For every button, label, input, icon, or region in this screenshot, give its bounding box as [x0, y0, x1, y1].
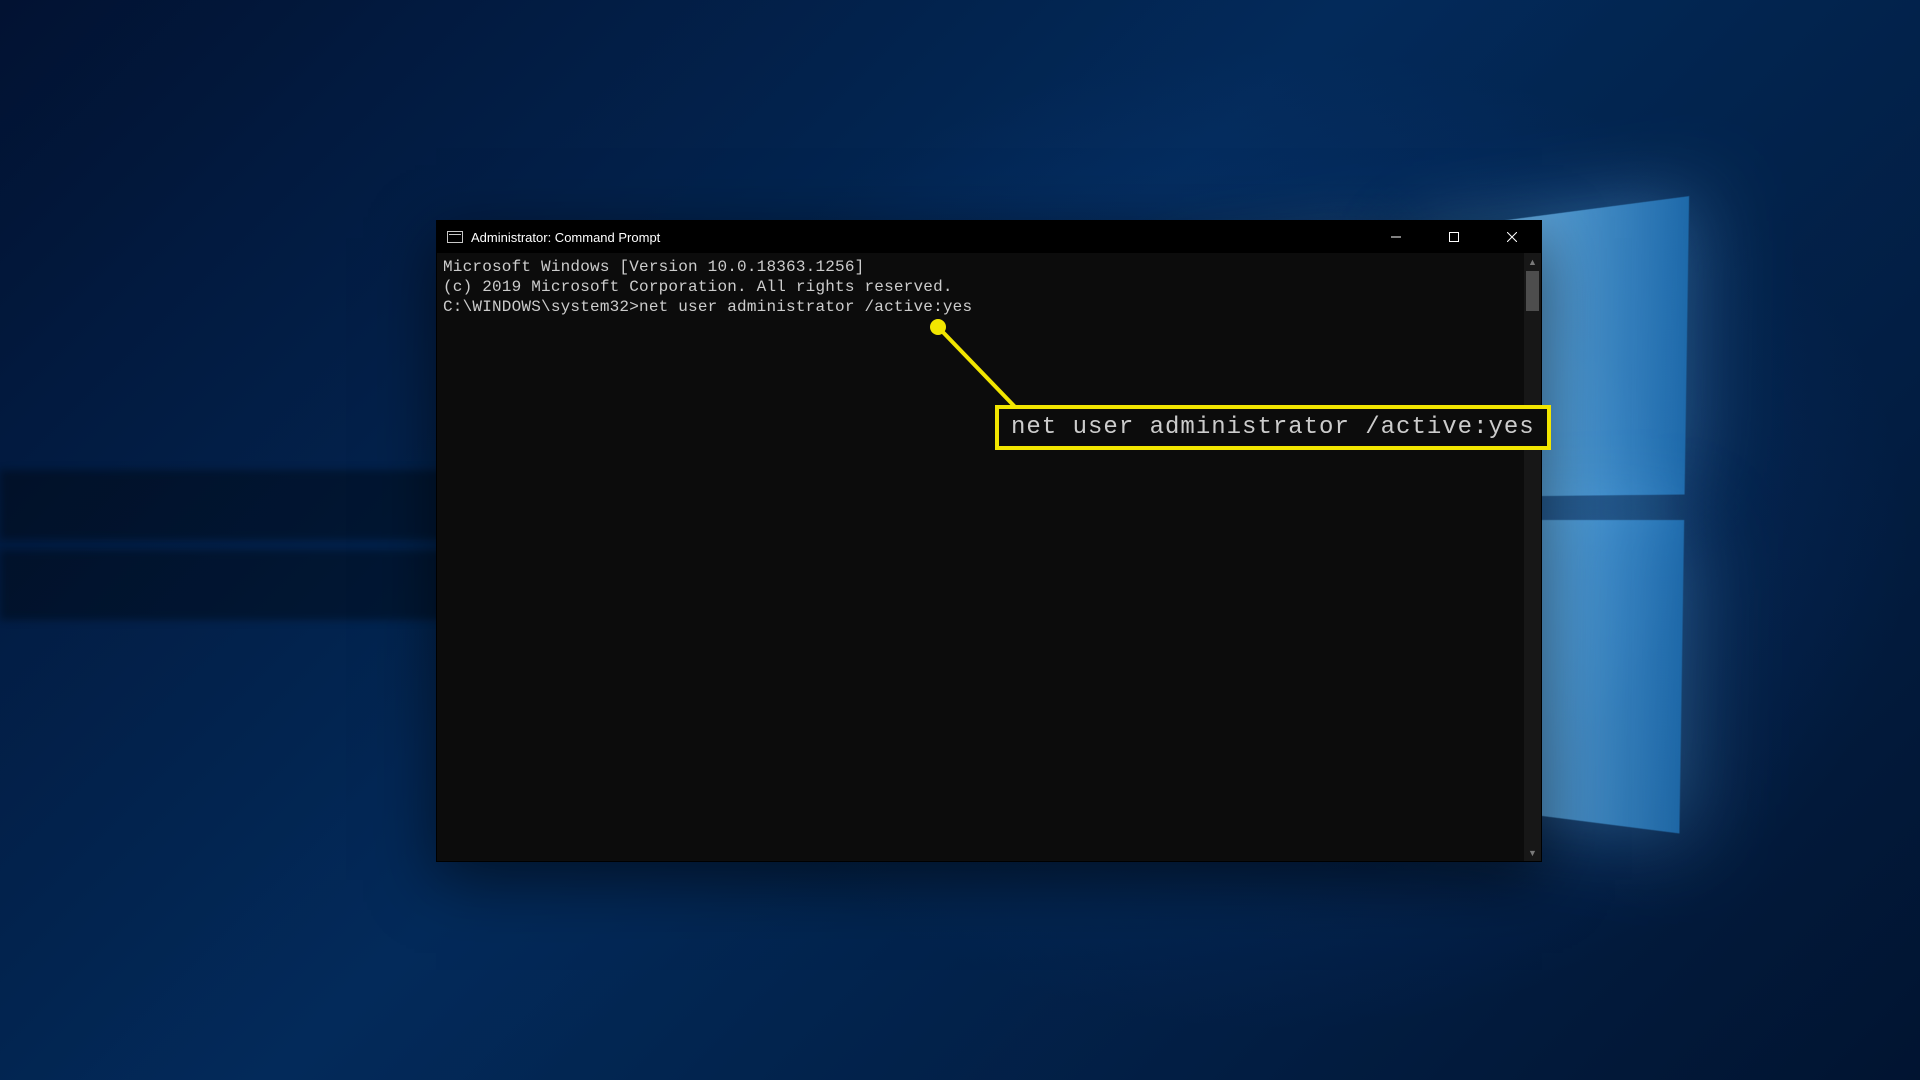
terminal-line: (c) 2019 Microsoft Corporation. All righ…	[443, 277, 1518, 297]
minimize-button[interactable]	[1367, 221, 1425, 253]
maximize-button[interactable]	[1425, 221, 1483, 253]
prompt-path: C:\WINDOWS\system32>	[443, 298, 639, 316]
scrollbar-thumb[interactable]	[1526, 271, 1539, 311]
scroll-down-button[interactable]: ▼	[1524, 844, 1541, 861]
titlebar[interactable]: Administrator: Command Prompt	[437, 221, 1541, 253]
scroll-up-button[interactable]: ▲	[1524, 253, 1541, 270]
terminal-output[interactable]: Microsoft Windows [Version 10.0.18363.12…	[437, 253, 1524, 861]
terminal-line: Microsoft Windows [Version 10.0.18363.12…	[443, 257, 1518, 277]
command-prompt-window: Administrator: Command Prompt Microsoft …	[436, 220, 1542, 862]
cmd-app-icon	[447, 231, 463, 243]
typed-command: net user administrator /active:yes	[639, 298, 972, 316]
close-button[interactable]	[1483, 221, 1541, 253]
scrollbar[interactable]: ▲ ▼	[1524, 253, 1541, 861]
window-title: Administrator: Command Prompt	[471, 230, 660, 245]
terminal-line: C:\WINDOWS\system32>net user administrat…	[443, 297, 1518, 317]
